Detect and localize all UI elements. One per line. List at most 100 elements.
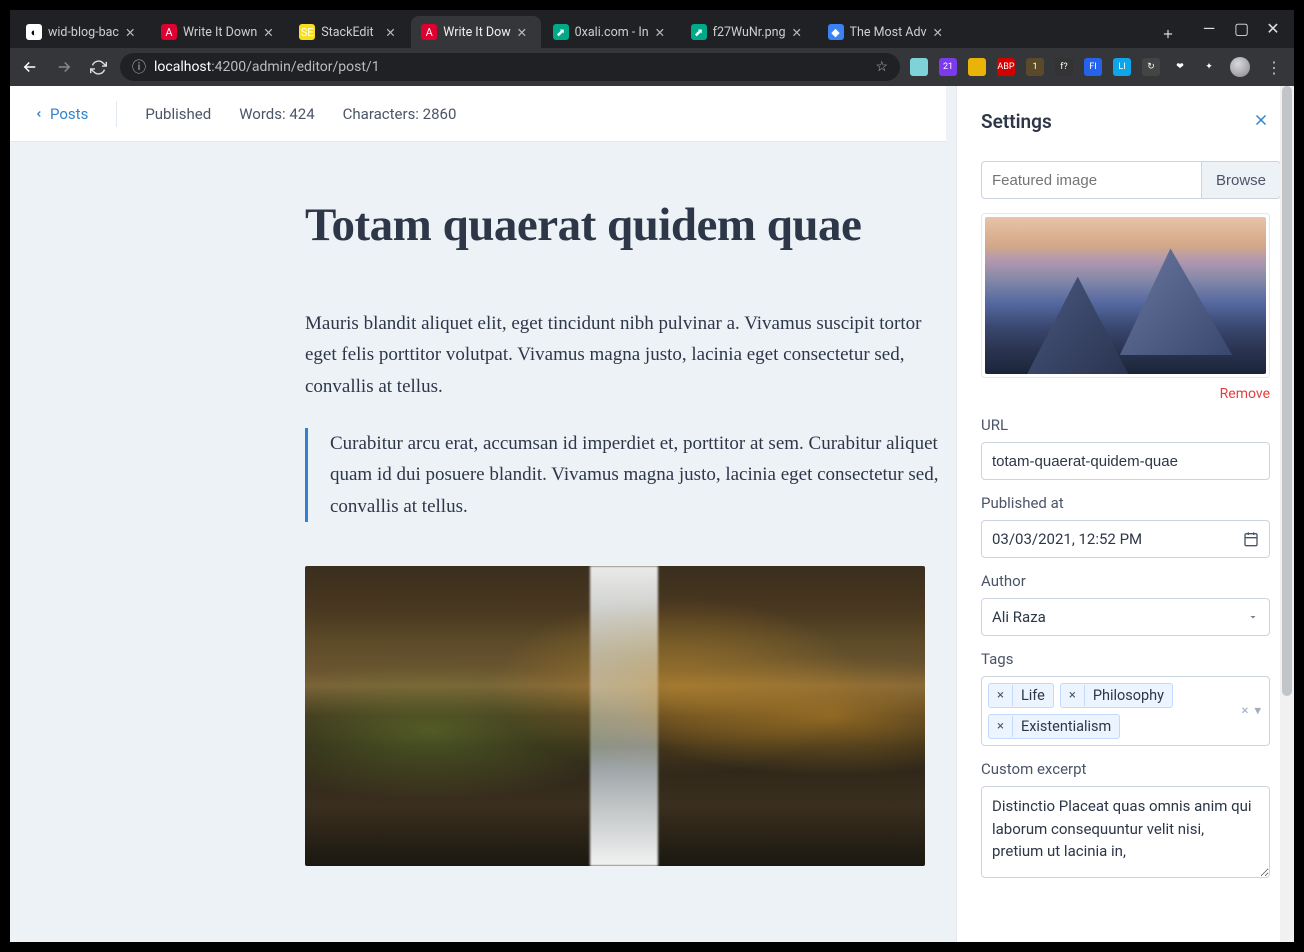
content-image[interactable] (305, 566, 925, 866)
url-host: localhost (154, 59, 211, 75)
editor-canvas[interactable]: Totam quaerat quidem quae Mauris blandit… (10, 86, 956, 942)
settings-sidebar: Settings Browse Remove URL Published at … (956, 86, 1294, 942)
tag-remove-icon[interactable]: × (989, 685, 1013, 706)
tab-close-icon[interactable]: ✕ (792, 25, 806, 39)
page-scrollbar[interactable] (1280, 86, 1294, 942)
tab-label: 0xali.com - In (575, 25, 649, 40)
header-divider (116, 101, 117, 127)
excerpt-textarea[interactable] (981, 786, 1270, 878)
blockquote-text: Curabitur arcu erat, accumsan id imperdi… (330, 428, 956, 522)
author-select[interactable]: Ali Raza (981, 598, 1270, 636)
browser-tab[interactable]: AWrite It Dow✕ (411, 16, 540, 48)
featured-image-input[interactable] (981, 161, 1201, 199)
clear-tags-icon[interactable]: × (1242, 704, 1249, 719)
tab-favicon: SE (299, 24, 315, 40)
chevron-down-icon (1247, 611, 1259, 623)
extension-icon[interactable]: ✦ (1200, 58, 1218, 76)
post-title[interactable]: Totam quaerat quidem quae (305, 198, 956, 252)
tab-strip: ◐wid-blog-bac✕AWrite It Down✕SEStackEdit… (16, 14, 1152, 48)
tab-favicon: ⬈ (691, 24, 707, 40)
extension-icon[interactable]: f? (1055, 58, 1073, 76)
post-status: Published (145, 105, 211, 123)
paragraph[interactable]: Mauris blandit aliquet elit, eget tincid… (305, 308, 956, 402)
browser-window: ◐wid-blog-bac✕AWrite It Down✕SEStackEdit… (0, 0, 1304, 952)
tab-favicon: A (161, 24, 177, 40)
tag-label: Philosophy (1085, 684, 1172, 707)
tag-chip[interactable]: ×Philosophy (1060, 683, 1173, 708)
remove-image-link[interactable]: Remove (981, 386, 1270, 402)
tab-label: The Most Adv (850, 25, 927, 40)
bookmark-star-icon[interactable]: ☆ (875, 59, 888, 75)
tab-favicon: A (421, 24, 437, 40)
tag-chip[interactable]: ×Existentialism (988, 714, 1120, 739)
minimize-button[interactable]: — (1202, 19, 1216, 38)
editor-header: Posts Published Words: 424 Characters: 2… (10, 86, 946, 142)
new-tab-button[interactable] (1154, 20, 1182, 48)
url-input[interactable] (981, 442, 1270, 480)
extension-icon[interactable]: 1 (1026, 58, 1044, 76)
titlebar: ◐wid-blog-bac✕AWrite It Down✕SEStackEdit… (10, 10, 1294, 48)
tab-label: Write It Down (183, 25, 257, 40)
extension-icon[interactable]: LI (1113, 58, 1131, 76)
tags-label: Tags (981, 650, 1270, 668)
tab-close-icon[interactable]: ✕ (655, 25, 669, 39)
published-date-input[interactable]: 03/03/2021, 12:52 PM (981, 520, 1270, 558)
tab-close-icon[interactable]: ✕ (263, 25, 277, 39)
extension-icon[interactable]: FI (1084, 58, 1102, 76)
browser-tab[interactable]: ⬈ f27WuNr.png ✕ (681, 16, 816, 48)
close-settings-button[interactable] (1252, 111, 1270, 133)
published-label: Published at (981, 494, 1270, 512)
blockquote[interactable]: Curabitur arcu erat, accumsan id imperdi… (305, 428, 956, 522)
tags-input[interactable]: ×Life×Philosophy×Existentialism × ▾ (981, 676, 1270, 746)
tab-close-icon[interactable]: ✕ (125, 25, 139, 39)
calendar-icon (1243, 531, 1259, 547)
tag-remove-icon[interactable]: × (1061, 685, 1085, 706)
browser-menu-button[interactable]: ⋮ (1262, 55, 1286, 79)
tag-chip[interactable]: ×Life (988, 683, 1054, 708)
tag-label: Existentialism (1013, 715, 1119, 738)
chevron-left-icon (34, 107, 44, 121)
profile-avatar[interactable] (1228, 55, 1252, 79)
scrollbar-thumb[interactable] (1282, 86, 1292, 696)
featured-image-row: Browse (981, 161, 1270, 199)
tab-close-icon[interactable]: ✕ (933, 25, 947, 39)
posts-label: Posts (50, 105, 88, 123)
settings-title: Settings (981, 110, 1052, 133)
tab-label: f27WuNr.png (713, 25, 786, 40)
url-label: URL (981, 416, 1270, 434)
browser-tab[interactable]: A Write It Down ✕ (151, 16, 287, 48)
forward-button[interactable] (52, 55, 76, 79)
reload-button[interactable] (86, 55, 110, 79)
extension-icon[interactable]: 21 (939, 58, 957, 76)
tags-dropdown-icon[interactable]: ▾ (1254, 704, 1261, 719)
browse-button[interactable]: Browse (1201, 161, 1281, 199)
tab-label: wid-blog-bac (48, 25, 119, 40)
site-info-icon[interactable]: ⓘ (132, 57, 146, 77)
browser-tab[interactable]: ◆ The Most Adv ✕ (818, 16, 957, 48)
extension-icon[interactable]: ❤ (1171, 58, 1189, 76)
extension-icon[interactable] (968, 58, 986, 76)
tab-close-icon[interactable]: ✕ (385, 25, 399, 39)
tab-close-icon[interactable]: ✕ (517, 25, 531, 39)
posts-back-link[interactable]: Posts (34, 105, 88, 123)
featured-image-preview-frame (981, 213, 1270, 378)
extension-icon[interactable] (910, 58, 928, 76)
tag-remove-icon[interactable]: × (989, 716, 1013, 737)
extension-icon[interactable]: ↻ (1142, 58, 1160, 76)
tab-favicon: ◐ (26, 24, 42, 40)
author-value: Ali Raza (992, 608, 1046, 626)
featured-image-preview[interactable] (985, 217, 1266, 374)
maximize-button[interactable]: ▢ (1234, 19, 1248, 38)
back-button[interactable] (18, 55, 42, 79)
browser-tab[interactable]: ⬈0xali.com - In✕ (543, 16, 679, 48)
close-window-button[interactable]: ✕ (1266, 19, 1280, 38)
tab-favicon: ◆ (828, 24, 844, 40)
browser-tab[interactable]: ◐ wid-blog-bac ✕ (16, 16, 149, 48)
browser-tab[interactable]: SEStackEdit✕ (289, 16, 409, 48)
url-path: :4200/admin/editor/post/1 (211, 59, 379, 75)
tags-controls: × ▾ (1242, 704, 1261, 719)
article-body: Totam quaerat quidem quae Mauris blandit… (305, 198, 956, 866)
address-bar[interactable]: ⓘ localhost:4200/admin/editor/post/1 ☆ (120, 53, 900, 81)
settings-header: Settings (981, 110, 1270, 133)
extension-icon[interactable]: ABP (997, 58, 1015, 76)
